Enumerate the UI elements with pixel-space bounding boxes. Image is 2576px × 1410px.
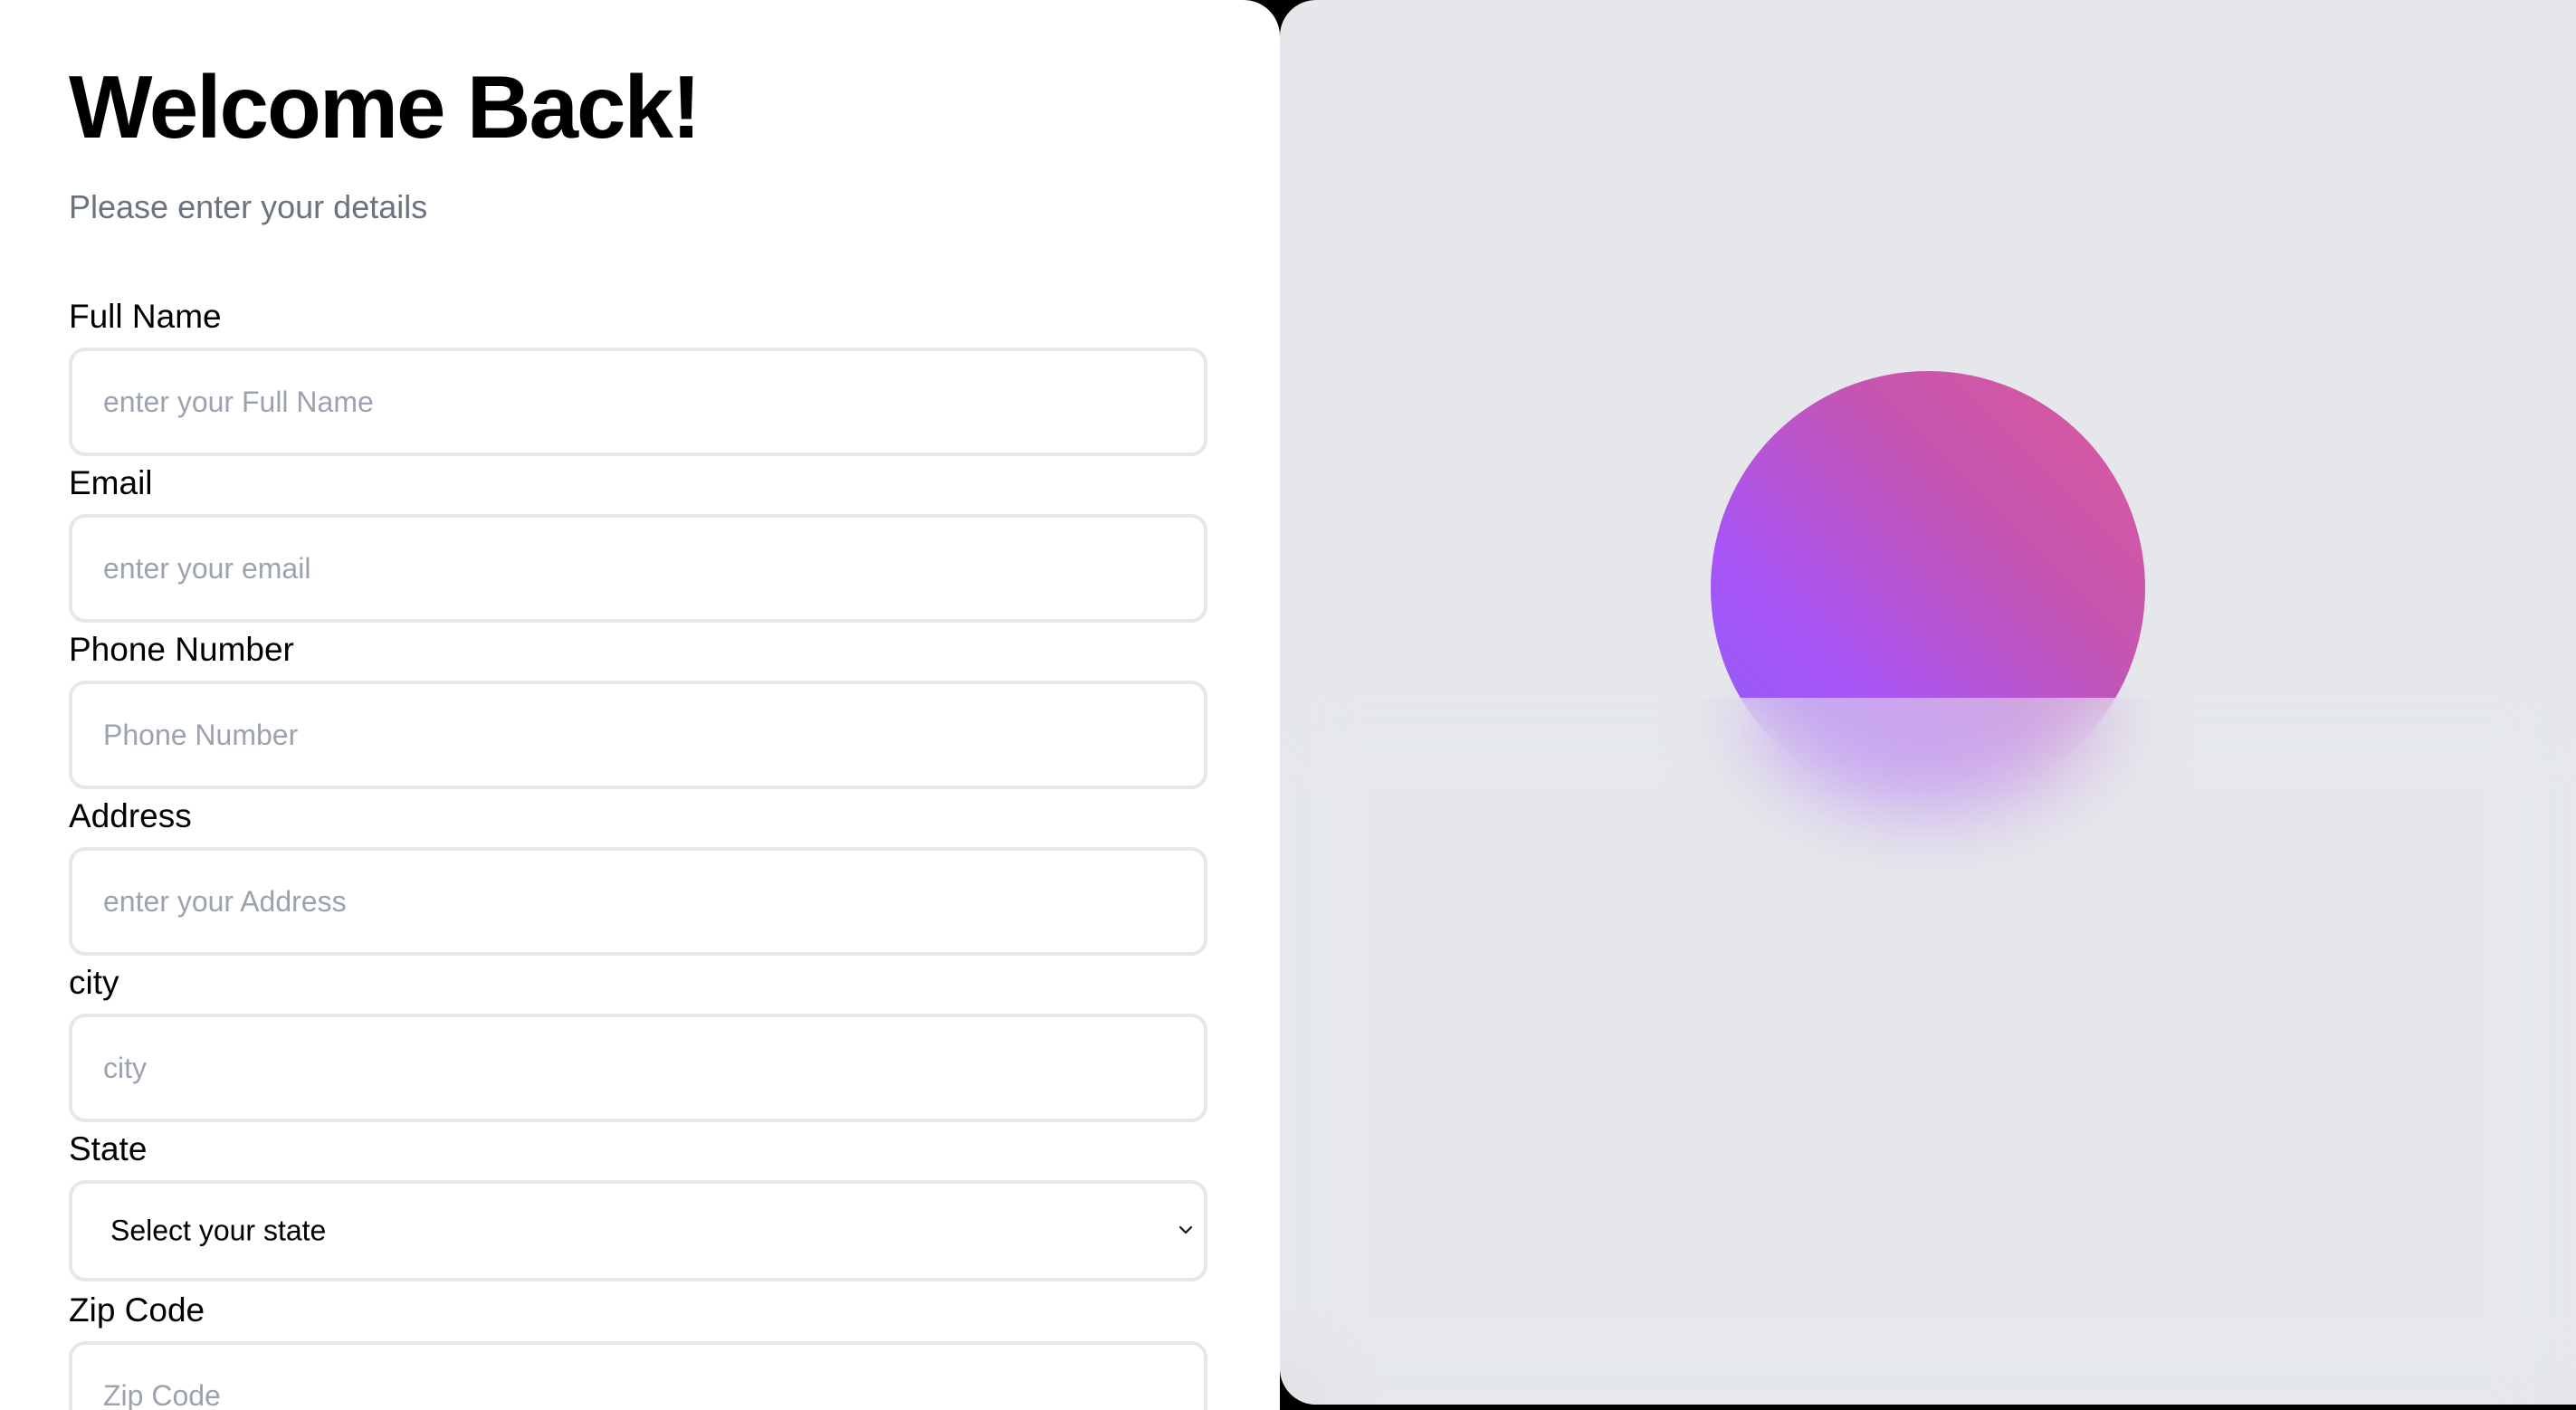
full-name-input[interactable] [69,348,1207,457]
full-name-field: Full Name [69,297,1207,457]
address-input[interactable] [69,847,1207,957]
chevron-down-icon [1178,1226,1193,1234]
state-label: State [69,1130,148,1167]
decorative-panel [1280,0,2576,1405]
city-label: city [69,964,119,1001]
phone-label: Phone Number [69,631,294,668]
zip-code-label: Zip Code [69,1291,205,1329]
page: Welcome Back! Please enter your details … [0,0,2576,1410]
city-input[interactable] [69,1014,1207,1123]
zip-code-field: Zip Code [69,1291,1207,1410]
page-title: Welcome Back! [69,57,701,157]
city-field: city [69,963,1207,1123]
email-input[interactable] [69,514,1207,624]
zip-code-input[interactable] [69,1341,1207,1410]
state-select-value: Select your state [110,1214,327,1247]
full-name-label: Full Name [69,298,222,335]
login-form-panel: Welcome Back! Please enter your details … [0,0,1280,1410]
frosted-glass-overlay [1280,698,2576,1405]
phone-field: Phone Number [69,630,1207,790]
page-subtitle: Please enter your details [69,188,428,225]
address-label: Address [69,797,192,834]
state-field: State Select your state [69,1129,1207,1282]
email-field: Email [69,463,1207,624]
address-field: Address [69,796,1207,957]
email-label: Email [69,464,153,501]
phone-input[interactable] [69,681,1207,790]
state-select[interactable]: Select your state [69,1180,1207,1282]
